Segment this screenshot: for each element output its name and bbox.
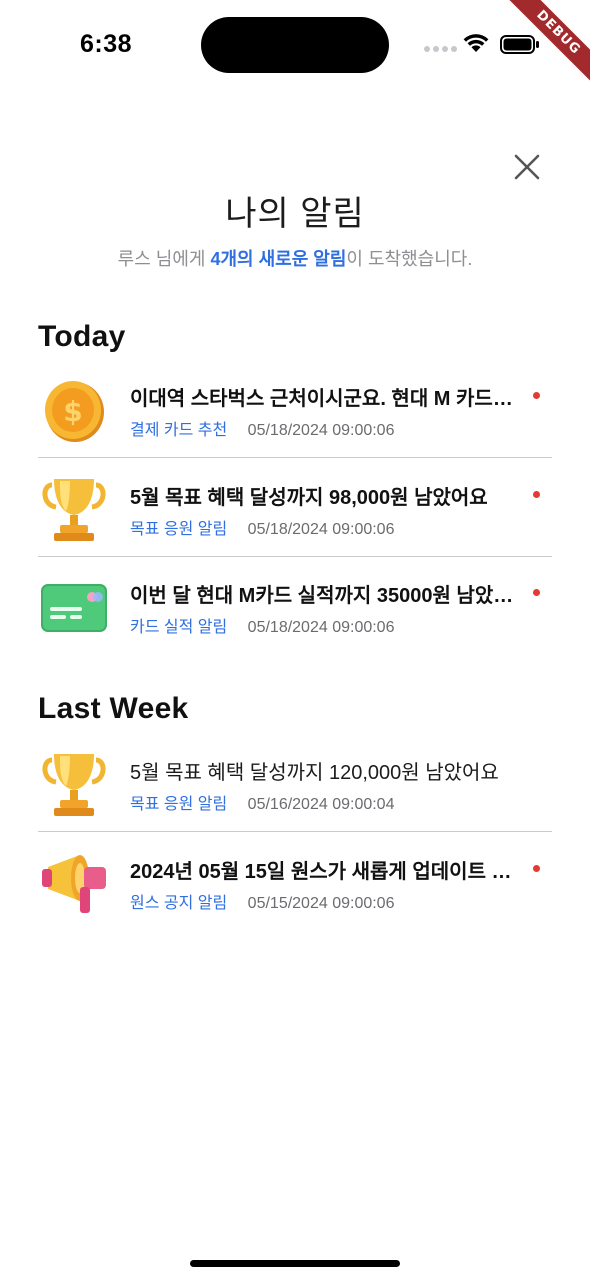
section-title-last-week: Last Week [38, 692, 189, 725]
notification-item[interactable]: $ 이대역 스타벅스 근처이시군요. 현대 M 카드로 결제해보세요 결제 카드… [38, 368, 552, 466]
notification-item[interactable]: 이번 달 현대 M카드 실적까지 35000원 남았어요 카드 실적 알림 05… [38, 565, 552, 663]
notification-meta: 목표 응원 알림 05/16/2024 09:00:04 [130, 790, 394, 814]
wifi-icon [463, 34, 489, 52]
notification-date: 05/16/2024 09:00:04 [247, 796, 395, 813]
notification-title: 5월 목표 혜택 달성까지 120,000원 남았어요 [130, 762, 499, 784]
notification-meta: 목표 응원 알림 05/18/2024 09:00:06 [130, 515, 394, 539]
notification-category: 원스 공지 알림 [130, 895, 228, 912]
notification-item[interactable]: 2024년 05월 15일 원스가 새롭게 업데이트 되었어요 원스 공지 알림… [38, 841, 552, 939]
coin-icon: $ [45, 381, 104, 442]
close-icon[interactable] [510, 150, 544, 184]
notification-category: 카드 실적 알림 [130, 619, 228, 636]
debug-label: DEBUG [507, 0, 590, 84]
trophy-icon [42, 754, 106, 816]
summary-prefix: 루스 님에게 [117, 249, 211, 269]
notification-title: 2024년 05월 15일 원스가 새롭게 업데이트 되었어요 [130, 861, 520, 883]
unread-dot [533, 491, 540, 498]
debug-banner: DEBUG [500, 0, 590, 90]
trophy-icon [42, 479, 106, 541]
megaphone-icon [42, 855, 106, 913]
notification-item[interactable]: 5월 목표 혜택 달성까지 98,000원 남았어요 목표 응원 알림 05/1… [38, 467, 552, 565]
signal-dots-icon [424, 46, 458, 54]
divider [38, 457, 552, 458]
section-title-today: Today [38, 320, 126, 353]
divider [38, 831, 552, 832]
notification-date: 05/15/2024 09:00:06 [247, 895, 395, 912]
status-bar: 6:38 DEBUG [0, 0, 590, 90]
notification-meta: 원스 공지 알림 05/15/2024 09:00:06 [130, 889, 394, 913]
svg-text:$: $ [63, 395, 82, 428]
notification-date: 05/18/2024 09:00:06 [247, 422, 395, 439]
status-time: 6:38 [80, 30, 133, 58]
summary-suffix: 이 도착했습니다. [346, 249, 473, 269]
notification-date: 05/18/2024 09:00:06 [247, 521, 395, 538]
notification-category: 목표 응원 알림 [130, 521, 228, 538]
notification-category: 목표 응원 알림 [130, 796, 228, 813]
summary-highlight: 4개의 새로운 알림 [210, 249, 347, 269]
notification-summary: 루스 님에게 4개의 새로운 알림이 도착했습니다. [0, 245, 590, 271]
unread-dot [533, 392, 540, 399]
notification-category: 결제 카드 추천 [130, 422, 228, 439]
notification-title: 5월 목표 혜택 달성까지 98,000원 남았어요 [130, 487, 488, 509]
unread-dot [533, 589, 540, 596]
notification-meta: 결제 카드 추천 05/18/2024 09:00:06 [130, 416, 394, 440]
notification-date: 05/18/2024 09:00:06 [247, 619, 395, 636]
notification-title: 이번 달 현대 M카드 실적까지 35000원 남았어요 [130, 585, 520, 607]
dynamic-island [201, 17, 389, 73]
notification-item[interactable]: 5월 목표 혜택 달성까지 120,000원 남았어요 목표 응원 알림 05/… [38, 742, 552, 840]
credit-card-icon [41, 584, 107, 632]
page-title: 나의 알림 [225, 195, 365, 233]
unread-dot [533, 865, 540, 872]
notification-meta: 카드 실적 알림 05/18/2024 09:00:06 [130, 613, 394, 637]
home-indicator[interactable] [190, 1260, 400, 1267]
divider [38, 556, 552, 557]
notification-title: 이대역 스타벅스 근처이시군요. 현대 M 카드로 결제해보세요 [130, 388, 520, 410]
